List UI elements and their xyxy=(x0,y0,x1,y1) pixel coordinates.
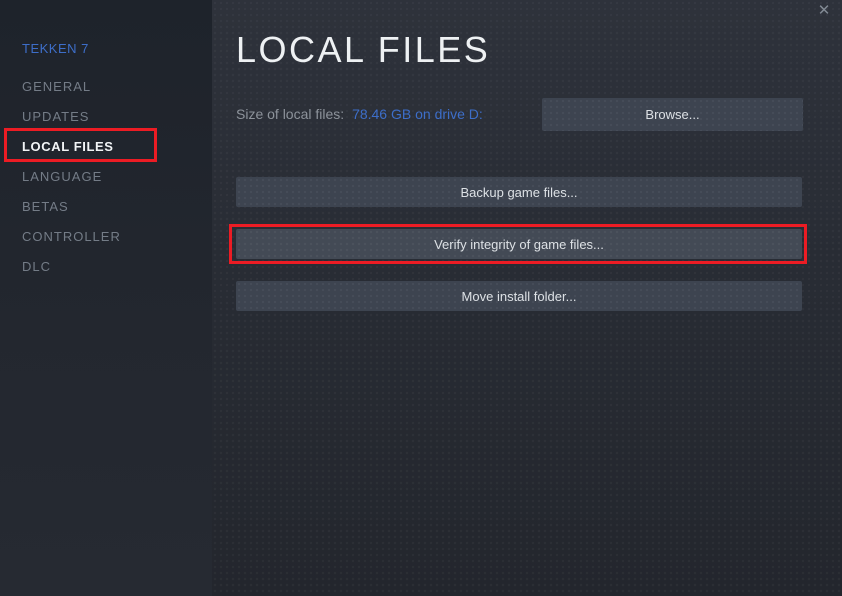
properties-sidebar: TEKKEN 7 GENERAL UPDATES LOCAL FILES LAN… xyxy=(0,0,212,596)
sidebar-item-controller[interactable]: CONTROLLER xyxy=(0,222,212,252)
sidebar-item-language[interactable]: LANGUAGE xyxy=(0,162,212,192)
page-title: LOCAL FILES xyxy=(236,29,491,70)
size-value: 78.46 GB on drive D: xyxy=(352,106,483,122)
close-icon[interactable]: ✕ xyxy=(814,1,834,21)
sidebar-item-dlc[interactable]: DLC xyxy=(0,252,212,282)
verify-integrity-button[interactable]: Verify integrity of game files... xyxy=(236,229,802,259)
sidebar-item-betas[interactable]: BETAS xyxy=(0,192,212,222)
browse-button[interactable]: Browse... xyxy=(542,98,803,131)
game-title: TEKKEN 7 xyxy=(22,41,89,56)
backup-game-files-button[interactable]: Backup game files... xyxy=(236,177,802,207)
size-label: Size of local files: xyxy=(236,106,345,122)
move-install-folder-button[interactable]: Move install folder... xyxy=(236,281,802,311)
sidebar-item-general[interactable]: GENERAL xyxy=(0,72,212,102)
sidebar-item-updates[interactable]: UPDATES xyxy=(0,102,212,132)
local-files-panel: ✕ LOCAL FILES Size of local files: 78.46… xyxy=(212,0,842,596)
sidebar-item-local-files[interactable]: LOCAL FILES xyxy=(0,132,212,162)
local-files-size-row: Size of local files: 78.46 GB on drive D… xyxy=(236,106,483,122)
sidebar-nav: GENERAL UPDATES LOCAL FILES LANGUAGE BET… xyxy=(0,72,212,282)
